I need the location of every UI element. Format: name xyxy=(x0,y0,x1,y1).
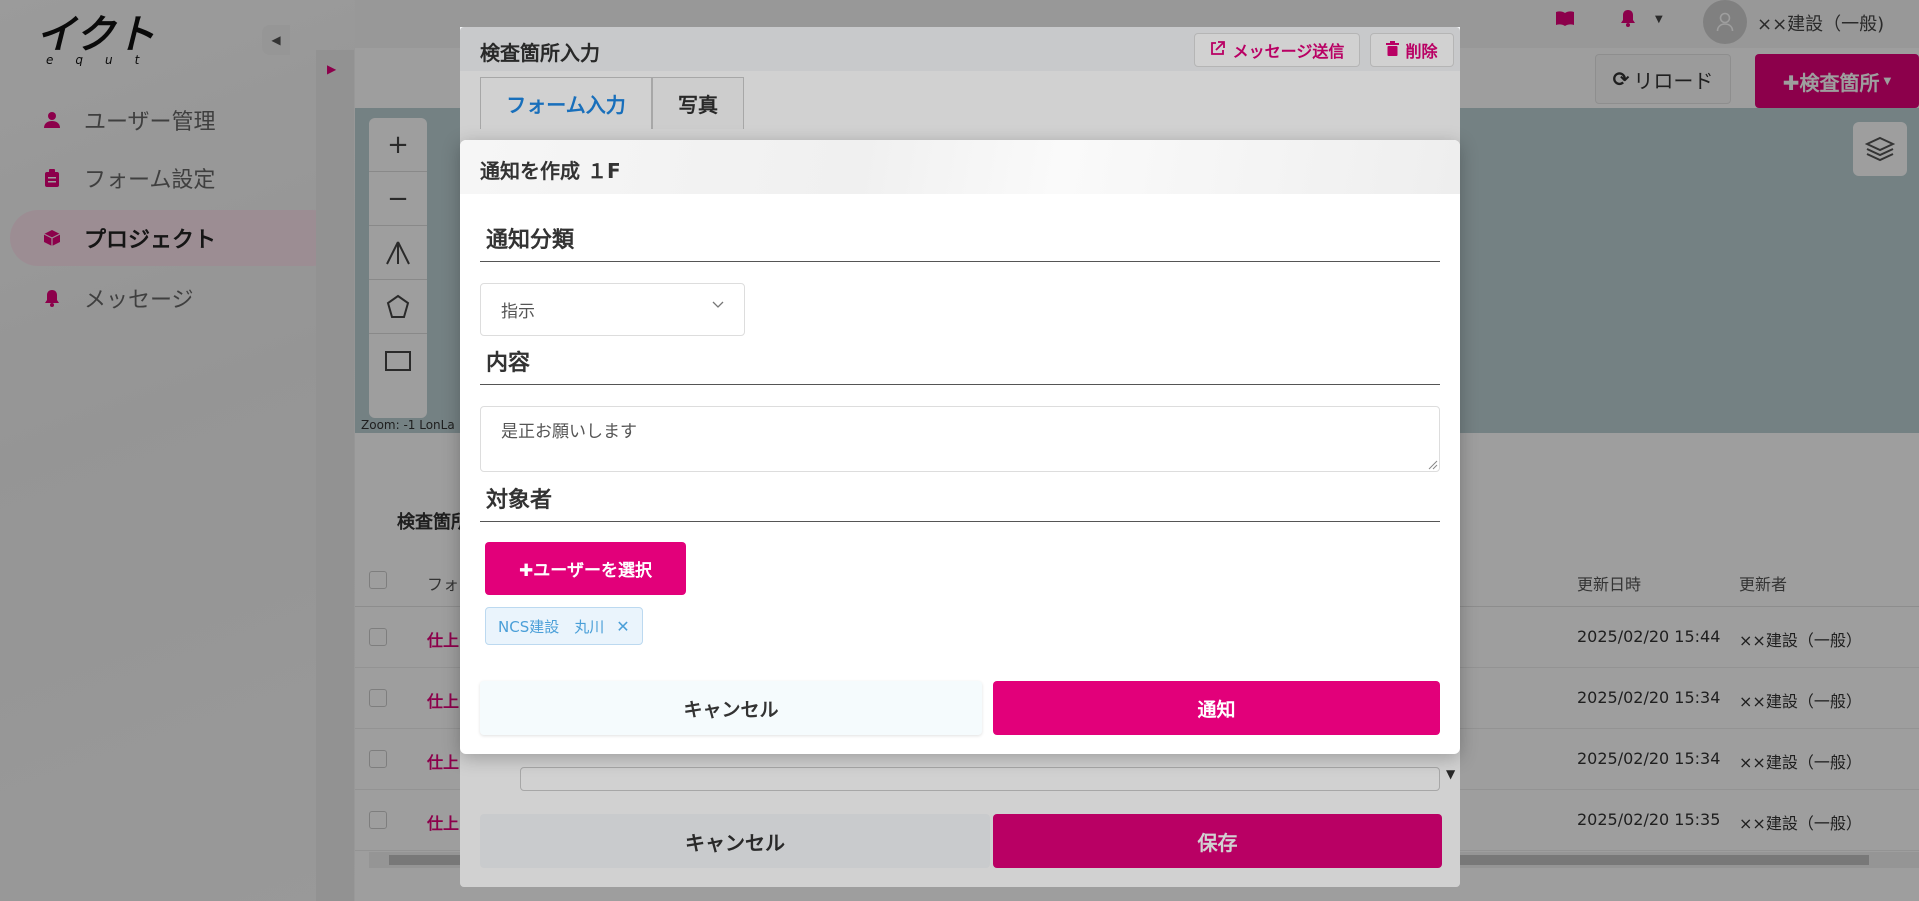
content-label: 内容 xyxy=(486,351,531,376)
target-label: 対象者 xyxy=(486,488,553,513)
category-select[interactable]: 指示 xyxy=(480,283,745,336)
divider xyxy=(480,384,1440,385)
create-notification-modal: 通知を作成 １F 通知分類 指示 内容 是正お願いします 対象者 ✚ユーザーを選… xyxy=(460,140,1460,754)
select-user-button[interactable]: ✚ユーザーを選択 xyxy=(485,542,686,595)
content-textarea[interactable]: 是正お願いします xyxy=(480,406,1440,472)
divider xyxy=(480,261,1440,262)
divider xyxy=(480,521,1440,522)
modal-title: 通知を作成 １F xyxy=(480,159,621,183)
chevron-down-icon[interactable] xyxy=(712,298,724,310)
category-label: 通知分類 xyxy=(486,228,575,253)
close-icon[interactable]: ✕ xyxy=(616,617,629,636)
selected-user-chip: NCS建設 丸川 ✕ xyxy=(485,607,643,645)
chip-label: NCS建設 丸川 xyxy=(498,617,605,636)
cancel-button[interactable]: キャンセル xyxy=(480,681,982,735)
category-selected-value: 指示 xyxy=(501,302,535,322)
notify-button[interactable]: 通知 xyxy=(993,681,1440,735)
resize-handle-icon[interactable] xyxy=(1426,458,1438,470)
